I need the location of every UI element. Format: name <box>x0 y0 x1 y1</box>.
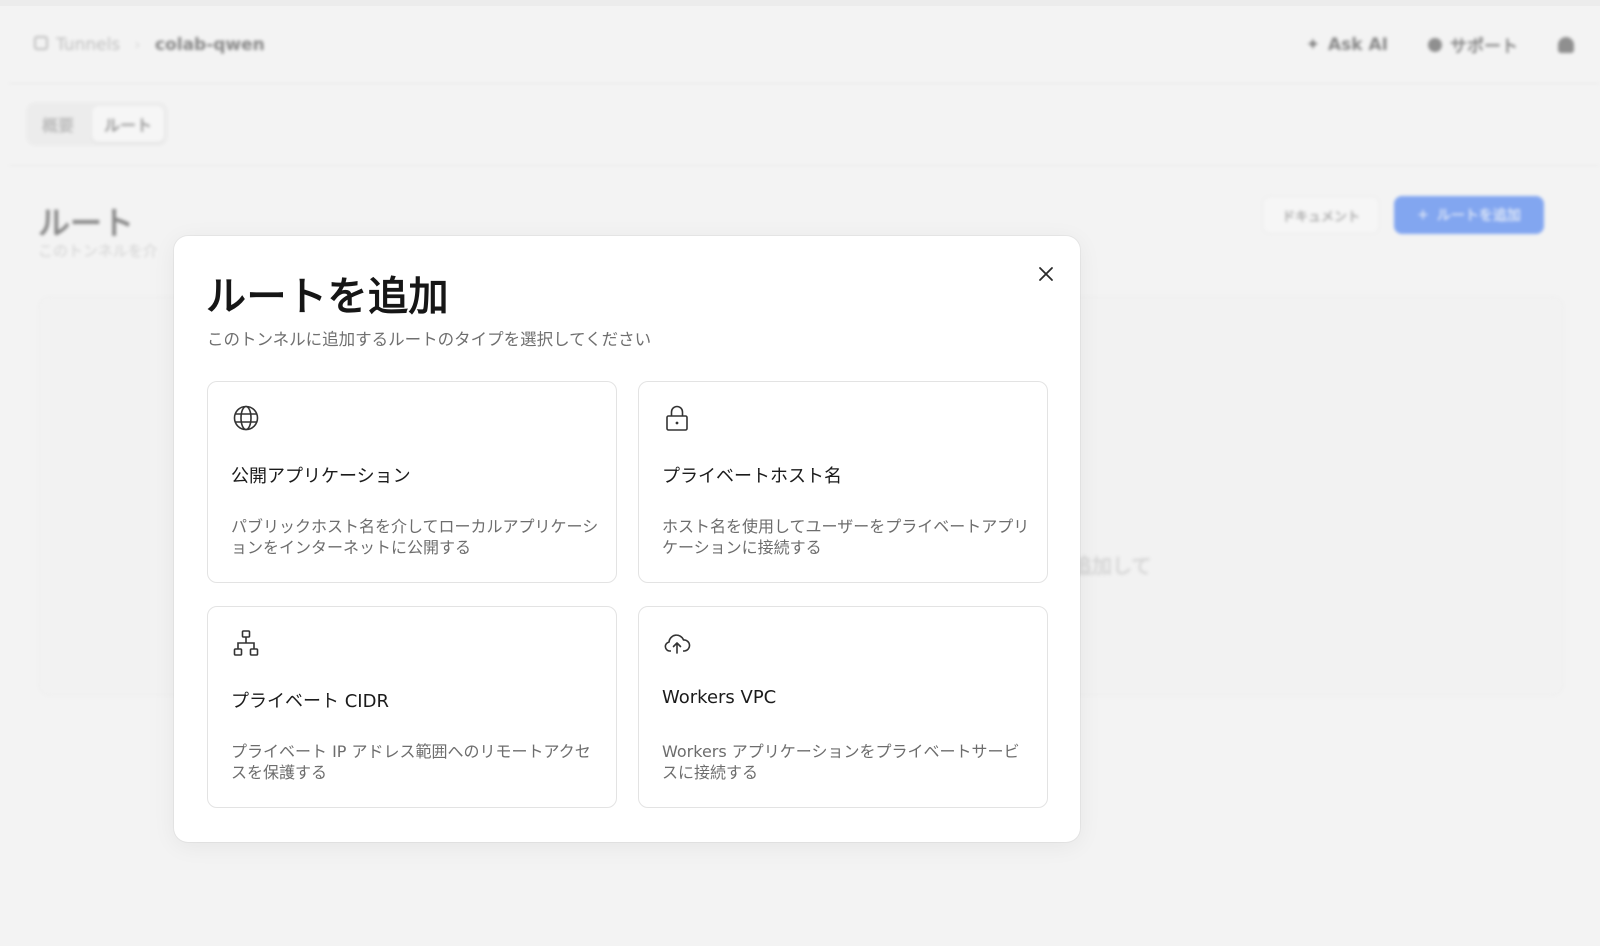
option-public-application[interactable]: 公開アプリケーション パブリックホスト名を介してローカルアプリケーションをインタ… <box>207 381 617 583</box>
option-description: Workers アプリケーションをプライベートサービスに接続する <box>662 742 1020 782</box>
modal-subtitle: このトンネルに追加するルートのタイプを選択してください <box>207 330 652 349</box>
option-private-hostname[interactable]: プライベートホスト名 ホスト名を使用してユーザーをプライベートアプリケーションに… <box>638 381 1048 583</box>
option-title: プライベートホスト名 <box>662 466 842 487</box>
option-description: プライベート IP アドレス範囲へのリモートアクセスを保護する <box>231 742 591 782</box>
option-workers-vpc[interactable]: Workers VPC Workers アプリケーションをプライベートサービスに… <box>638 606 1048 808</box>
close-icon <box>1039 267 1053 281</box>
option-description: パブリックホスト名を介してローカルアプリケーションをインターネットに公開する <box>231 517 599 557</box>
cloud-upload-icon <box>664 634 691 654</box>
lock-icon <box>666 405 688 431</box>
option-private-cidr[interactable]: プライベート CIDR プライベート IP アドレス範囲へのリモートアクセスを保… <box>207 606 617 808</box>
network-icon <box>233 630 259 656</box>
close-modal-button[interactable] <box>1030 258 1062 290</box>
globe-icon <box>233 405 259 431</box>
option-title: Workers VPC <box>662 687 777 708</box>
modal-title: ルートを追加 <box>206 274 449 320</box>
option-title: プライベート CIDR <box>231 691 389 712</box>
app-root: Tunnels › colab-qwen ✦ Ask AI サポート 概要 ルー… <box>0 0 1600 946</box>
option-description: ホスト名を使用してユーザーをプライベートアプリケーションに接続する <box>662 517 1030 557</box>
option-title: 公開アプリケーション <box>231 466 411 487</box>
